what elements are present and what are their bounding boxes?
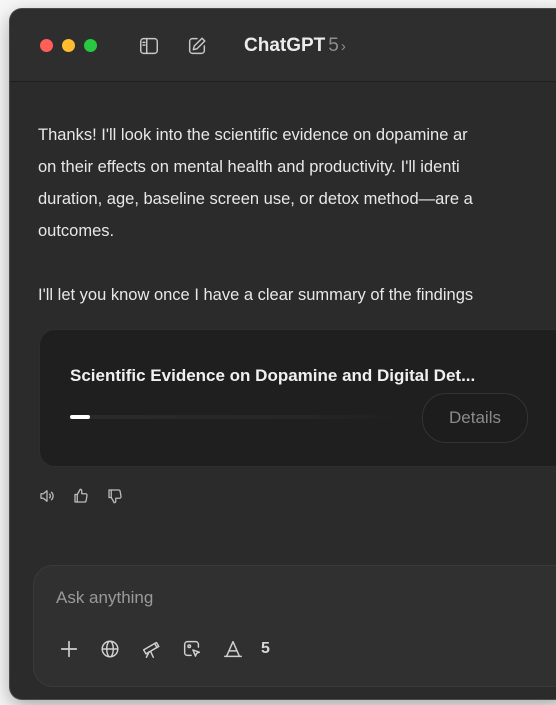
thumbs-up-icon[interactable] [71,486,91,506]
message-input[interactable] [56,588,456,608]
composer: 5 [33,565,556,687]
app-window: ChatGPT 5 › Thanks! I'll look into the sci… [10,9,556,699]
image-cursor-icon[interactable] [179,636,205,662]
composer-tools: 5 [56,636,270,662]
plus-icon[interactable] [56,636,82,662]
tool-count: 5 [261,640,270,657]
research-title: Scientific Evidence on Dopamine and Digi… [70,366,476,385]
app-title: ChatGPT [244,35,326,56]
deep-research-card[interactable]: Scientific Evidence on Dopamine and Digi… [39,329,556,467]
globe-icon[interactable] [97,636,123,662]
message-paragraph: I'll let you know once I have a clear su… [38,286,474,304]
close-window-button[interactable] [40,39,53,52]
message-line: on their effects on mental health and pr… [38,158,460,176]
model-version: 5 [328,35,339,56]
write-icon[interactable] [220,636,246,662]
details-button[interactable]: Details [422,393,528,443]
sidebar-toggle-icon[interactable] [136,33,162,59]
zoom-window-button[interactable] [84,39,97,52]
telescope-icon[interactable] [138,636,164,662]
title-bar: ChatGPT 5 › [10,9,556,82]
message-line: outcomes. [38,222,115,240]
message-paragraph: Thanks! I'll look into the scientific ev… [38,119,556,247]
assistant-message: Thanks! I'll look into the scientific ev… [38,119,556,311]
chevron-right-icon: › [340,38,346,55]
thumbs-down-icon[interactable] [105,486,125,506]
new-chat-icon[interactable] [184,33,210,59]
minimize-window-button[interactable] [62,39,75,52]
message-line: duration, age, baseline screen use, or d… [38,190,473,208]
model-selector[interactable]: ChatGPT 5 › [244,35,346,57]
speaker-icon[interactable] [37,486,57,506]
message-actions [37,486,125,506]
research-progress-fill [70,415,90,419]
message-line: Thanks! I'll look into the scientific ev… [38,126,468,144]
research-progress-bar [70,415,400,419]
